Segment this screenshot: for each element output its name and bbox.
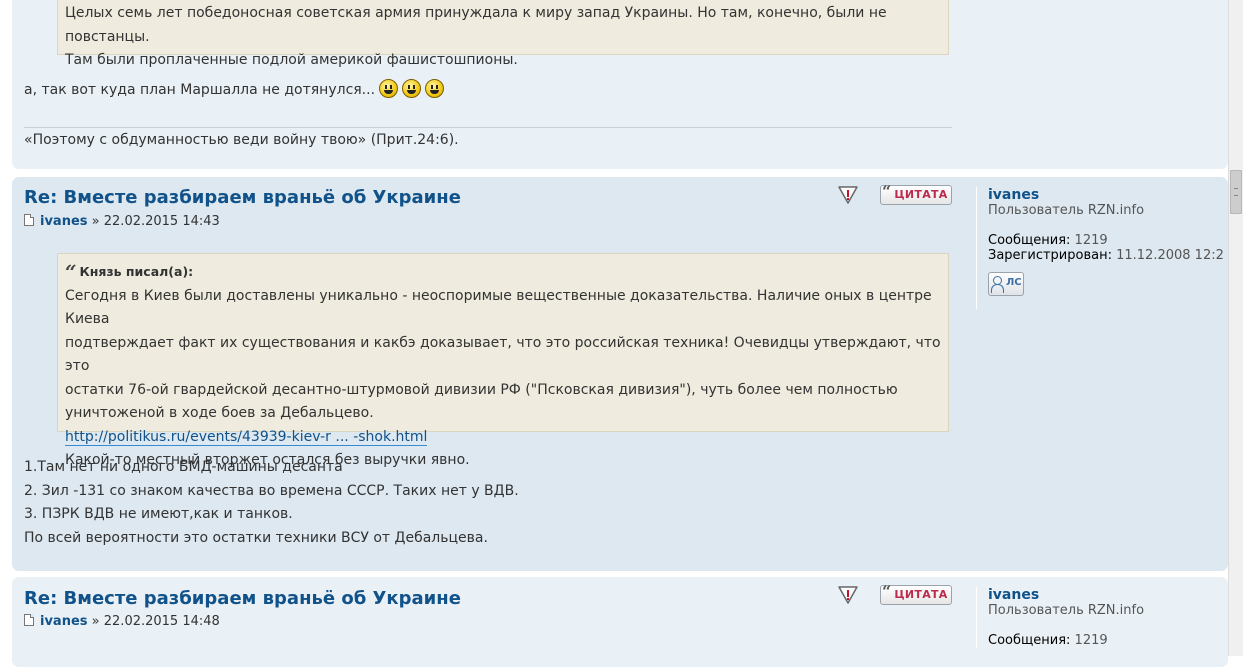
profile-rank: Пользователь RZN.info [988,203,1145,218]
quote-link[interactable]: http://politikus.ru/events/43939-kiev-r … [65,428,428,446]
profile-posts: Сообщения: 1219 [988,233,1228,248]
post-title[interactable]: Re: Вместе разбираем враньё об Украине [24,588,461,609]
scrollbar-thumb[interactable] [1230,170,1242,214]
posts-count[interactable]: 1219 [1075,633,1108,648]
quote-line: Целых семь лет победоносная советская ар… [65,5,887,45]
post-author-line: ivanes » 22.02.2015 14:43 [24,214,220,229]
body-line: 3. ПЗРК ВДВ не имеют,как и танков. [24,506,293,522]
post-profile: ivanes Пользователь RZN.info Сообщения: … [976,187,1228,309]
body-line: По всей вероятности это остатки техники … [24,529,488,546]
signature: «Поэтому с обдуманностью веди войну твою… [24,132,459,148]
report-icon[interactable] [837,585,859,605]
post: Re: Вместе разбираем враньё об Украине i… [12,177,1228,571]
post-icon[interactable] [24,614,34,626]
pm-button-label: ЛС [1006,277,1022,288]
quote-button-label: ЦИТАТА [894,588,948,601]
quote-button[interactable]: “ЦИТАТА [880,182,952,205]
quote-author: Князь писал(а): [79,264,194,279]
quote-button-label: ЦИТАТА [894,188,948,201]
post-datetime: 22.02.2015 14:43 [103,214,220,229]
author-link[interactable]: ivanes [40,614,88,629]
separator: » [91,614,100,629]
quote-cite: “Князь писал(а): [65,260,948,285]
post-icon[interactable] [24,214,34,226]
reply-text: а, так вот куда план Маршалла не дотянул… [24,82,376,98]
quote-line: подтверждает факт их существования и как… [65,334,941,375]
body-line: 1.Там нет ни одного БМД-машины десанта [24,459,343,475]
quote-mark-icon: “ [882,582,892,601]
quote-block: Целых семь лет победоносная советская ар… [57,0,949,68]
post: Re: Вместе разбираем враньё об Украине i… [12,577,1228,667]
post-body: 1.Там нет ни одного БМД-машины десанта 2… [24,456,519,550]
profile-name[interactable]: ivanes [988,587,1228,603]
profile-rank: Пользователь RZN.info [988,603,1145,618]
report-icon[interactable] [837,185,859,205]
posts-count[interactable]: 1219 [1075,233,1108,248]
signature-divider [24,127,952,128]
post-body: а, так вот куда план Маршалла не дотянул… [24,79,445,103]
page-scrollbar[interactable] [1228,0,1243,656]
posts-label: Сообщения: [988,233,1071,248]
posts-label: Сообщения: [988,633,1071,648]
user-icon-body [991,284,1004,293]
registered-date: 11.12.2008 12:2 [1116,248,1224,263]
body-line: 2. Зил -131 со знаком качества во времен… [24,482,519,499]
quote-button[interactable]: “ЦИТАТА [880,582,952,605]
post-profile: ivanes Пользователь RZN.info Сообщения: … [976,587,1228,648]
smiley-icon [402,79,422,98]
quote-line: остатки 76-ой гвардейской десантно-штурм… [65,381,898,398]
pm-button[interactable]: ЛС [988,272,1024,296]
profile-registered: Зарегистрирован: 11.12.2008 12:2 [988,248,1228,263]
smiley-icon [379,79,399,98]
quote-mark-icon: “ [65,260,77,284]
profile-posts: Сообщения: 1219 [988,633,1228,648]
registered-label: Зарегистрирован: [988,248,1112,263]
quote-line: уничтоженой в ходе боев за Дебальцево. [65,405,374,421]
quote-block: “Князь писал(а): Сегодня в Киев были дос… [57,253,949,468]
quote-mark-icon: “ [882,182,892,201]
smiley-icon [425,79,445,98]
post-datetime: 22.02.2015 14:48 [103,614,220,629]
quote-line: Сегодня в Киев были доставлены уникально… [65,287,932,328]
post-author-line: ivanes » 22.02.2015 14:48 [24,614,220,629]
post-previous: Целых семь лет победоносная советская ар… [12,0,1228,169]
author-link[interactable]: ivanes [40,214,88,229]
profile-name[interactable]: ivanes [988,187,1228,203]
quote-line: Там были проплаченные подлой америкой фа… [65,52,518,68]
post-title[interactable]: Re: Вместе разбираем враньё об Украине [24,187,461,208]
separator: » [91,214,100,229]
